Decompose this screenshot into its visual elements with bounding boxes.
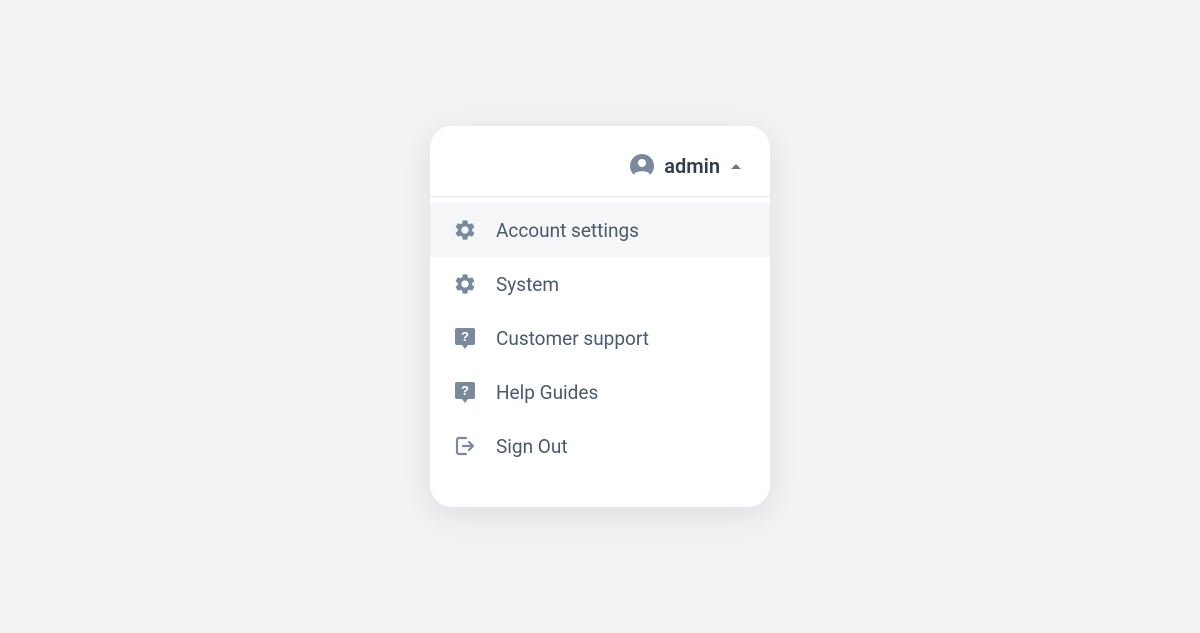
sign-out-icon [452, 433, 478, 459]
gear-icon [452, 217, 478, 243]
menu-item-label: System [496, 273, 559, 296]
username-label: admin [664, 154, 720, 178]
menu-item-label: Help Guides [496, 381, 598, 404]
caret-up-icon [730, 162, 742, 170]
menu-item-label: Customer support [496, 327, 649, 350]
help-icon: ? [452, 325, 478, 351]
menu-item-account-settings[interactable]: Account settings [430, 203, 770, 257]
menu-header: admin [430, 154, 770, 196]
menu-list: Account settings System ? Customer suppo… [430, 197, 770, 497]
user-dropdown-toggle[interactable]: admin [630, 154, 742, 178]
menu-item-system[interactable]: System [430, 257, 770, 311]
svg-text:?: ? [461, 383, 469, 398]
gear-icon [452, 271, 478, 297]
menu-item-help-guides[interactable]: ? Help Guides [430, 365, 770, 419]
menu-item-customer-support[interactable]: ? Customer support [430, 311, 770, 365]
svg-text:?: ? [461, 329, 469, 344]
user-menu-panel: admin Account settings Sys [430, 126, 770, 507]
menu-item-label: Account settings [496, 219, 639, 242]
menu-item-sign-out[interactable]: Sign Out [430, 419, 770, 473]
help-icon: ? [452, 379, 478, 405]
menu-item-label: Sign Out [496, 435, 568, 458]
user-avatar-icon [630, 154, 654, 178]
